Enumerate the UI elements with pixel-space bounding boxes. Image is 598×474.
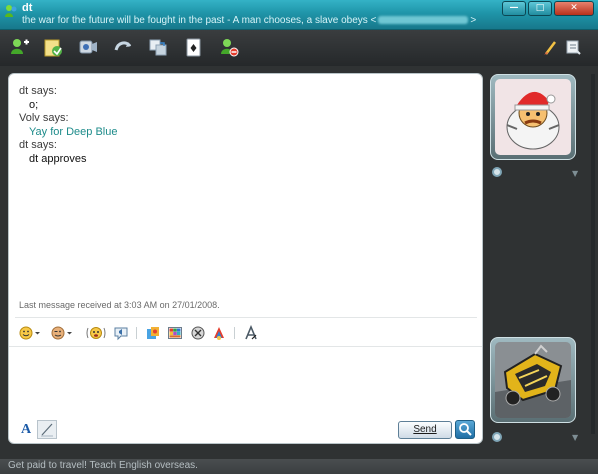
toolbar-separator (234, 327, 235, 339)
own-display-picture[interactable] (490, 337, 576, 423)
call-icon[interactable] (112, 36, 134, 58)
search-icon[interactable] (455, 420, 475, 439)
webcam-status-icon[interactable] (492, 167, 502, 177)
invite-contact-icon[interactable] (9, 36, 31, 58)
divider (15, 317, 477, 318)
background-icon[interactable] (167, 325, 183, 341)
divider (9, 346, 482, 347)
minimize-button[interactable]: — (502, 1, 526, 16)
window-controls: — □ ✕ (502, 1, 594, 16)
maximize-button[interactable]: □ (528, 1, 552, 16)
nudge-icon[interactable] (85, 325, 107, 341)
personal-message-end: > (470, 15, 477, 26)
block-icon[interactable] (218, 36, 240, 58)
last-message-info: Last message received at 3:03 AM on 27/0… (19, 300, 220, 310)
conversation-pane: dt says: o; Volv says: Yay for Deep Blue… (8, 73, 483, 444)
voice-clip-icon[interactable] (113, 325, 129, 341)
toolbar (0, 30, 598, 66)
message-text: dt approves (29, 152, 87, 165)
games-icon[interactable] (183, 36, 205, 58)
messenger-icon (4, 4, 18, 18)
chevron-down-icon[interactable]: ▼ (572, 433, 578, 442)
text-color-button[interactable] (37, 420, 57, 439)
title-bar: dt the war for the future will be fought… (0, 0, 598, 30)
message-text: Yay for Deep Blue (29, 125, 118, 138)
contact-avatar (495, 79, 571, 155)
emoticon-toolbar (15, 322, 477, 344)
message-sender: Volv says: (19, 112, 69, 124)
chevron-down-icon[interactable]: ▼ (572, 169, 578, 178)
font-icon[interactable] (243, 324, 259, 341)
toolbar-separator (136, 327, 137, 339)
close-button[interactable]: ✕ (554, 1, 594, 16)
handwriting-icon[interactable] (190, 325, 206, 341)
send-files-icon[interactable] (42, 36, 64, 58)
personal-message-text: the war for the future will be fought in… (22, 15, 377, 26)
wink-icon[interactable] (51, 325, 73, 341)
webcam-icon[interactable] (77, 36, 99, 58)
window-title: dt (22, 2, 33, 14)
side-strip (591, 74, 595, 434)
ad-status-bar[interactable]: Get paid to travel! Teach English overse… (0, 459, 598, 474)
share-folders-icon[interactable] (147, 36, 169, 58)
message-history[interactable]: dt says: o; Volv says: Yay for Deep Blue… (19, 85, 469, 166)
send-button-label: Send (413, 424, 437, 435)
send-button[interactable]: Send (398, 421, 452, 439)
contact-display-picture[interactable] (490, 74, 576, 160)
personal-message: the war for the future will be fought in… (22, 15, 476, 26)
own-avatar (495, 342, 571, 418)
font-button[interactable]: A (17, 421, 35, 439)
menu-icon[interactable] (562, 36, 584, 58)
wink-animation-icon[interactable] (145, 325, 161, 341)
message-sender: dt says: (19, 85, 57, 97)
message-text: o; (29, 98, 39, 111)
webcam-status-icon[interactable] (492, 432, 502, 442)
message-sender: dt says: (19, 139, 57, 151)
message-input[interactable] (13, 350, 477, 415)
smiley-icon[interactable] (19, 325, 41, 341)
paint-brush-icon[interactable] (540, 36, 562, 58)
games-icon[interactable] (211, 325, 227, 341)
email-redacted (378, 16, 469, 25)
compose-bottom-bar: A Send (13, 419, 477, 441)
